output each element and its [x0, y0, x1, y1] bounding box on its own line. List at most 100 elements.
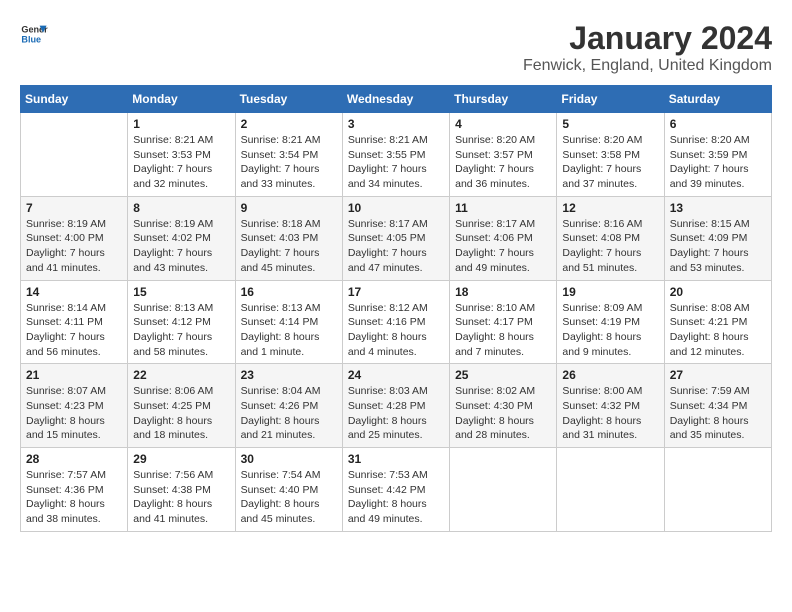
day-number: 26: [562, 368, 658, 382]
logo-icon: General Blue: [20, 20, 48, 48]
week-row-1: 1Sunrise: 8:21 AM Sunset: 3:53 PM Daylig…: [21, 113, 772, 197]
day-number: 14: [26, 285, 122, 299]
calendar-cell: 24 Sunrise: 8:03 AM Sunset: 4:28 PM Dayli…: [342, 364, 449, 448]
day-number: 30: [241, 452, 337, 466]
day-number: 13: [670, 201, 766, 215]
day-info: Sunrise: 8:20 AM Sunset: 3:59 PM Dayligh…: [670, 133, 766, 192]
weekday-header-thursday: Thursday: [450, 86, 557, 113]
day-info: Sunrise: 8:03 AM Sunset: 4:28 PM Dayligh…: [348, 384, 444, 443]
day-number: 28: [26, 452, 122, 466]
header: General Blue January 2024 Fenwick, Engla…: [20, 20, 772, 75]
day-info: Sunrise: 8:21 AM Sunset: 3:55 PM Dayligh…: [348, 133, 444, 192]
day-number: 20: [670, 285, 766, 299]
calendar-cell: 14 Sunrise: 8:14 AM Sunset: 4:11 PM Dayli…: [21, 280, 128, 364]
day-number: 22: [133, 368, 229, 382]
day-number: 11: [455, 201, 551, 215]
day-info: Sunrise: 8:10 AM Sunset: 4:17 PM Dayligh…: [455, 301, 551, 360]
calendar-cell: 3 Sunrise: 8:21 AM Sunset: 3:55 PM Daylig…: [342, 113, 449, 197]
day-number: 31: [348, 452, 444, 466]
calendar-cell: 12 Sunrise: 8:16 AM Sunset: 4:08 PM Dayli…: [557, 196, 664, 280]
day-number: 18: [455, 285, 551, 299]
calendar-cell: 23 Sunrise: 8:04 AM Sunset: 4:26 PM Dayli…: [235, 364, 342, 448]
calendar-cell: 5Sunrise: 8:20 AM Sunset: 3:58 PM Daylig…: [557, 113, 664, 197]
calendar-cell: 17Sunrise: 8:12 AM Sunset: 4:16 PM Dayli…: [342, 280, 449, 364]
day-number: 10: [348, 201, 444, 215]
calendar-cell: 16 Sunrise: 8:13 AM Sunset: 4:14 PM Dayli…: [235, 280, 342, 364]
calendar-cell: [557, 448, 664, 532]
day-info: Sunrise: 8:16 AM Sunset: 4:08 PM Dayligh…: [562, 217, 658, 276]
day-number: 12: [562, 201, 658, 215]
week-row-2: 7Sunrise: 8:19 AM Sunset: 4:00 PM Daylig…: [21, 196, 772, 280]
calendar-title: January 2024: [523, 20, 772, 57]
day-info: Sunrise: 8:04 AM Sunset: 4:26 PM Dayligh…: [241, 384, 337, 443]
day-info: Sunrise: 7:59 AM Sunset: 4:34 PM Dayligh…: [670, 384, 766, 443]
calendar-cell: 27 Sunrise: 7:59 AM Sunset: 4:34 PM Dayli…: [664, 364, 771, 448]
weekday-header-sunday: Sunday: [21, 86, 128, 113]
calendar-cell: [664, 448, 771, 532]
calendar-cell: 1Sunrise: 8:21 AM Sunset: 3:53 PM Daylig…: [128, 113, 235, 197]
day-info: Sunrise: 8:08 AM Sunset: 4:21 PM Dayligh…: [670, 301, 766, 360]
day-number: 3: [348, 117, 444, 131]
day-number: 8: [133, 201, 229, 215]
calendar-subtitle: Fenwick, England, United Kingdom: [523, 57, 772, 75]
day-info: Sunrise: 7:54 AM Sunset: 4:40 PM Dayligh…: [241, 468, 337, 527]
title-area: January 2024 Fenwick, England, United Ki…: [523, 20, 772, 75]
calendar-cell: 31 Sunrise: 7:53 AM Sunset: 4:42 PM Dayli…: [342, 448, 449, 532]
calendar-cell: 28 Sunrise: 7:57 AM Sunset: 4:36 PM Dayli…: [21, 448, 128, 532]
day-number: 9: [241, 201, 337, 215]
weekday-header-wednesday: Wednesday: [342, 86, 449, 113]
day-number: 5: [562, 117, 658, 131]
day-info: Sunrise: 8:21 AM Sunset: 3:53 PM Dayligh…: [133, 133, 229, 192]
weekday-header-saturday: Saturday: [664, 86, 771, 113]
day-number: 15: [133, 285, 229, 299]
calendar-cell: 13 Sunrise: 8:15 AM Sunset: 4:09 PM Dayli…: [664, 196, 771, 280]
day-number: 29: [133, 452, 229, 466]
day-info: Sunrise: 8:21 AM Sunset: 3:54 PM Dayligh…: [241, 133, 337, 192]
day-info: Sunrise: 8:06 AM Sunset: 4:25 PM Dayligh…: [133, 384, 229, 443]
calendar-cell: 11 Sunrise: 8:17 AM Sunset: 4:06 PM Dayli…: [450, 196, 557, 280]
calendar-cell: 2 Sunrise: 8:21 AM Sunset: 3:54 PM Daylig…: [235, 113, 342, 197]
calendar-cell: [21, 113, 128, 197]
calendar-cell: [450, 448, 557, 532]
calendar-cell: 26Sunrise: 8:00 AM Sunset: 4:32 PM Dayli…: [557, 364, 664, 448]
weekday-header-tuesday: Tuesday: [235, 86, 342, 113]
calendar-cell: 18 Sunrise: 8:10 AM Sunset: 4:17 PM Dayli…: [450, 280, 557, 364]
day-number: 17: [348, 285, 444, 299]
day-number: 24: [348, 368, 444, 382]
logo: General Blue: [20, 20, 48, 48]
day-number: 23: [241, 368, 337, 382]
weekday-header-monday: Monday: [128, 86, 235, 113]
weekday-header-row: SundayMondayTuesdayWednesdayThursdayFrid…: [21, 86, 772, 113]
day-info: Sunrise: 7:56 AM Sunset: 4:38 PM Dayligh…: [133, 468, 229, 527]
calendar-cell: 30 Sunrise: 7:54 AM Sunset: 4:40 PM Dayli…: [235, 448, 342, 532]
week-row-3: 14 Sunrise: 8:14 AM Sunset: 4:11 PM Dayli…: [21, 280, 772, 364]
day-info: Sunrise: 7:57 AM Sunset: 4:36 PM Dayligh…: [26, 468, 122, 527]
day-info: Sunrise: 8:17 AM Sunset: 4:06 PM Dayligh…: [455, 217, 551, 276]
weekday-header-friday: Friday: [557, 86, 664, 113]
day-number: 4: [455, 117, 551, 131]
day-info: Sunrise: 7:53 AM Sunset: 4:42 PM Dayligh…: [348, 468, 444, 527]
day-info: Sunrise: 8:02 AM Sunset: 4:30 PM Dayligh…: [455, 384, 551, 443]
day-number: 2: [241, 117, 337, 131]
day-info: Sunrise: 8:14 AM Sunset: 4:11 PM Dayligh…: [26, 301, 122, 360]
day-info: Sunrise: 8:09 AM Sunset: 4:19 PM Dayligh…: [562, 301, 658, 360]
day-info: Sunrise: 8:15 AM Sunset: 4:09 PM Dayligh…: [670, 217, 766, 276]
svg-text:Blue: Blue: [21, 34, 41, 44]
week-row-5: 28 Sunrise: 7:57 AM Sunset: 4:36 PM Dayli…: [21, 448, 772, 532]
calendar-cell: 25Sunrise: 8:02 AM Sunset: 4:30 PM Dayli…: [450, 364, 557, 448]
day-info: Sunrise: 8:19 AM Sunset: 4:00 PM Dayligh…: [26, 217, 122, 276]
day-number: 27: [670, 368, 766, 382]
calendar-cell: 20 Sunrise: 8:08 AM Sunset: 4:21 PM Dayli…: [664, 280, 771, 364]
calendar-cell: 4 Sunrise: 8:20 AM Sunset: 3:57 PM Daylig…: [450, 113, 557, 197]
day-info: Sunrise: 8:20 AM Sunset: 3:57 PM Dayligh…: [455, 133, 551, 192]
day-info: Sunrise: 8:13 AM Sunset: 4:14 PM Dayligh…: [241, 301, 337, 360]
calendar-cell: 8Sunrise: 8:19 AM Sunset: 4:02 PM Daylig…: [128, 196, 235, 280]
day-info: Sunrise: 8:17 AM Sunset: 4:05 PM Dayligh…: [348, 217, 444, 276]
day-number: 21: [26, 368, 122, 382]
calendar-cell: 7Sunrise: 8:19 AM Sunset: 4:00 PM Daylig…: [21, 196, 128, 280]
day-info: Sunrise: 8:07 AM Sunset: 4:23 PM Dayligh…: [26, 384, 122, 443]
calendar-cell: 15Sunrise: 8:13 AM Sunset: 4:12 PM Dayli…: [128, 280, 235, 364]
day-number: 19: [562, 285, 658, 299]
calendar-cell: 21 Sunrise: 8:07 AM Sunset: 4:23 PM Dayli…: [21, 364, 128, 448]
day-number: 16: [241, 285, 337, 299]
